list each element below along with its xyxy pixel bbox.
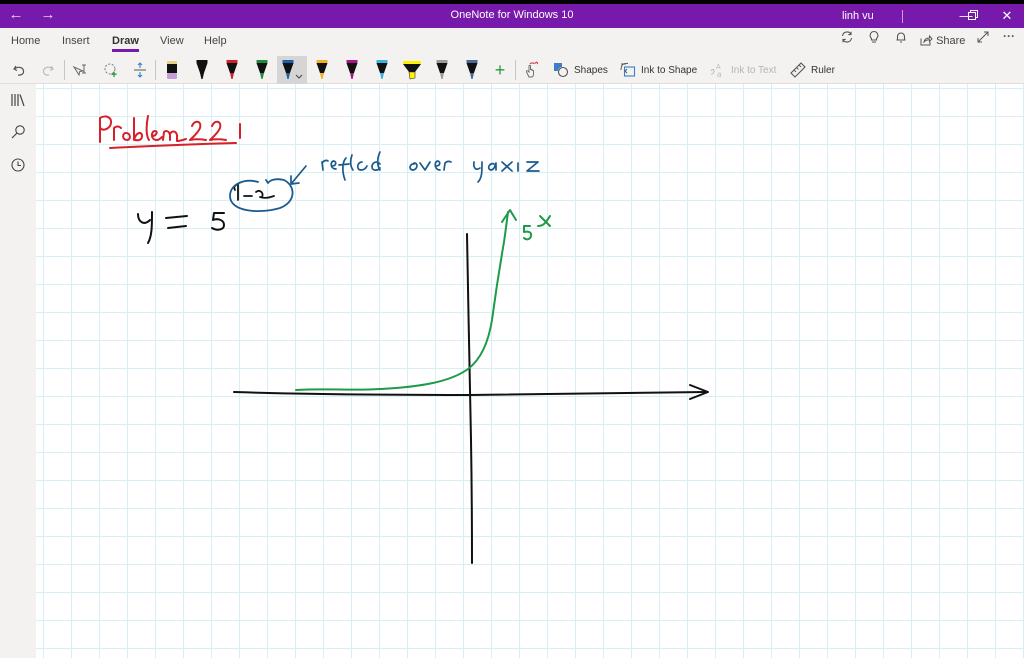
ruler-button[interactable]: Ruler <box>790 59 835 81</box>
ink-to-text-icon: Aa <box>710 64 722 78</box>
pen-cyan-button[interactable] <box>371 59 393 81</box>
toolbar-separator <box>155 60 156 80</box>
pen-magenta-button[interactable] <box>341 59 363 81</box>
onenote-window: ← → OneNote for Windows 10 linh vu — ✕ H… <box>0 0 1024 658</box>
bell-icon[interactable] <box>891 30 911 47</box>
redo-icon <box>42 65 54 76</box>
pen-icon <box>346 60 358 79</box>
ruler-label: Ruler <box>811 64 835 76</box>
eraser-icon <box>167 61 177 79</box>
touch-draw-icon <box>525 61 538 78</box>
navigation-sidebar <box>0 84 36 658</box>
notebooks-icon[interactable] <box>8 90 28 110</box>
tab-insert[interactable]: Insert <box>62 35 90 47</box>
search-icon[interactable] <box>8 122 28 142</box>
toolbar-separator <box>515 60 516 80</box>
lasso-type-select-button[interactable] <box>70 59 90 81</box>
highlighter-yellow-button[interactable] <box>401 59 423 81</box>
eraser-button[interactable] <box>161 59 183 81</box>
lasso-select-button[interactable] <box>100 59 122 81</box>
chevron-down-icon <box>295 74 303 79</box>
pen-icon <box>282 60 294 79</box>
pen-blue-button[interactable] <box>277 56 307 84</box>
ink-layer <box>99 115 709 564</box>
draw-toolbar: + Shapes Ink to Shape Aa Ink to Text Rul… <box>0 56 1024 84</box>
tab-draw[interactable]: Draw <box>112 35 139 52</box>
shapes-button[interactable]: Shapes <box>553 59 608 81</box>
pen-green-button[interactable] <box>251 59 273 81</box>
shapes-label: Shapes <box>574 64 608 76</box>
pen-icon <box>226 60 238 79</box>
ink-to-shape-button[interactable]: Ink to Shape <box>620 59 697 81</box>
undo-button[interactable] <box>9 59 29 81</box>
ink-to-text-button[interactable]: Aa Ink to Text <box>710 59 776 81</box>
restore-icon <box>968 10 978 20</box>
close-button[interactable]: ✕ <box>992 6 1022 26</box>
ink-to-shape-icon <box>620 62 636 77</box>
title-bar: ← → OneNote for Windows 10 linh vu — ✕ <box>0 4 1024 28</box>
coordinate-axes-ink <box>233 233 709 564</box>
pen-icon <box>436 60 448 79</box>
expand-icon[interactable] <box>973 30 993 47</box>
tab-view[interactable]: View <box>160 35 184 47</box>
ribbon: Home Insert Draw View Help Share ··· + S… <box>0 28 1024 84</box>
pen-icon <box>256 60 268 79</box>
redo-button[interactable] <box>38 59 58 81</box>
page-canvas[interactable] <box>36 84 1024 658</box>
equation-ink-y-equals-5-to-1-minus-x <box>137 211 225 244</box>
insert-space-icon <box>134 62 146 78</box>
shapes-icon <box>554 63 569 78</box>
title-separator <box>902 10 903 23</box>
user-name[interactable]: linh vu <box>842 10 874 22</box>
pen-icon <box>196 60 208 79</box>
pen-icon <box>466 60 478 79</box>
add-pen-button[interactable]: + <box>490 59 510 81</box>
pen-icon <box>316 60 328 79</box>
share-button[interactable]: Share <box>920 34 965 47</box>
lasso-icon <box>104 63 117 77</box>
touch-drawing-button[interactable] <box>522 59 540 81</box>
clock-icon[interactable] <box>8 155 28 175</box>
lightbulb-icon[interactable] <box>864 30 884 47</box>
tab-home[interactable]: Home <box>11 35 40 47</box>
pen-galaxy-button[interactable] <box>431 59 453 81</box>
tab-help[interactable]: Help <box>204 35 227 47</box>
sync-icon[interactable] <box>837 30 857 47</box>
note-ink-reflect-over-y-axis <box>290 151 540 185</box>
ink-to-text-label: Ink to Text <box>731 64 777 76</box>
pen-yellow-button[interactable] <box>311 59 333 81</box>
select-text-icon <box>72 64 86 77</box>
share-icon <box>920 34 933 46</box>
share-label: Share <box>936 35 966 47</box>
undo-icon <box>13 65 25 76</box>
pen-black-button[interactable] <box>191 59 213 81</box>
restore-button[interactable] <box>958 6 988 26</box>
heading-ink-problem-22 <box>99 115 241 149</box>
pen-icon <box>376 60 388 79</box>
exponent-circle-ink <box>229 178 294 213</box>
svg-text:a: a <box>717 70 722 78</box>
curve-5-to-x-ink <box>295 209 551 391</box>
insert-space-button[interactable] <box>130 59 150 81</box>
pen-red-button[interactable] <box>221 59 243 81</box>
ink-to-shape-label: Ink to Shape <box>641 64 698 76</box>
highlighter-icon <box>403 61 421 80</box>
toolbar-separator <box>64 60 65 80</box>
more-options-icon[interactable]: ··· <box>999 29 1019 43</box>
y-axis <box>466 233 473 564</box>
ruler-icon <box>790 62 806 78</box>
pen-ocean-button[interactable] <box>461 59 483 81</box>
